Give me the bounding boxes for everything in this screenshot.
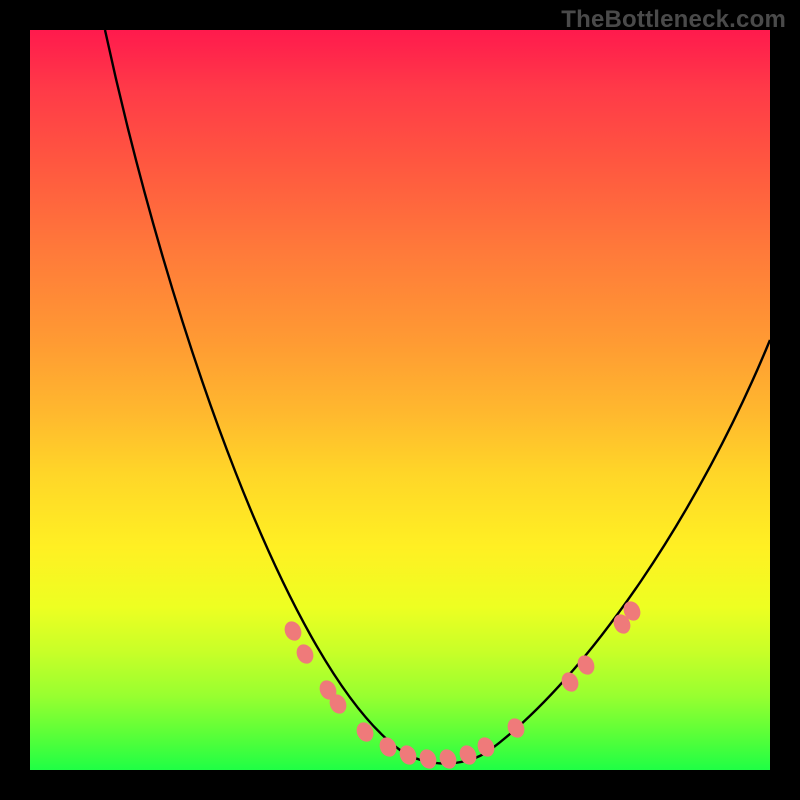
curve-marker bbox=[457, 743, 480, 768]
chart-svg bbox=[30, 30, 770, 770]
curve-marker bbox=[559, 670, 582, 695]
plot-area bbox=[30, 30, 770, 770]
curve-marker bbox=[377, 735, 400, 760]
curve-marker bbox=[397, 743, 420, 768]
curve-marker bbox=[354, 720, 377, 745]
chart-frame: TheBottleneck.com bbox=[0, 0, 800, 800]
curve-marker bbox=[282, 619, 305, 644]
bottleneck-curve bbox=[105, 30, 770, 764]
curve-marker bbox=[417, 747, 440, 772]
curve-marker bbox=[437, 747, 460, 772]
curve-markers bbox=[282, 599, 644, 772]
curve-marker bbox=[575, 653, 598, 678]
curve-marker bbox=[294, 642, 317, 667]
